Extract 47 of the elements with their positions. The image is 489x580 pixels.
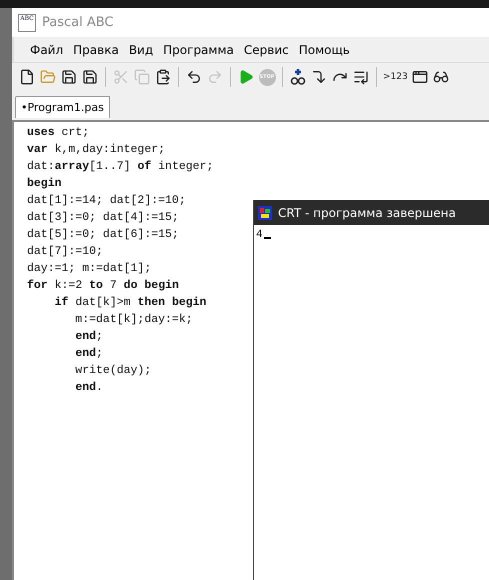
evaluate-button[interactable]: >123 [383, 67, 408, 87]
folder-icon [40, 69, 56, 85]
code-line: if dat[k]>m then begin [54, 295, 206, 311]
add-watch-icon [290, 68, 306, 86]
code-line: dat[3]:=0; dat[4]:=15; [27, 210, 179, 226]
new-file-icon [19, 69, 35, 85]
save-all-icon [82, 69, 98, 85]
paste-button[interactable] [154, 67, 172, 87]
code-line: end. [74, 380, 103, 396]
code-line: end; [74, 329, 103, 345]
text-cursor [264, 237, 271, 239]
menu-item[interactable]: Помощь [294, 42, 354, 56]
play-icon [238, 69, 254, 85]
code-line: dat[5]:=0; dat[6]:=15; [27, 227, 179, 243]
add-watch-button[interactable] [289, 67, 307, 87]
code-line: day:=1; m:=dat[1]; [27, 261, 152, 277]
menu-item[interactable]: Правка [69, 42, 123, 56]
code-line: m:=dat[k];day:=k; [74, 312, 193, 328]
menu-item[interactable]: Программа [159, 42, 238, 56]
menu-item[interactable]: Файл [26, 42, 68, 56]
code-line: dat:array[1..7] of integer; [27, 159, 214, 175]
glasses-icon [432, 69, 449, 85]
program-output: 4 [256, 229, 263, 241]
paste-icon [155, 69, 171, 85]
code-line: begin [27, 176, 62, 192]
code-line: write(day); [74, 363, 152, 379]
code-line: var k,m,day:integer; [27, 142, 166, 158]
step-into-icon [311, 69, 327, 85]
code-line: dat[7]:=10; [27, 244, 103, 260]
redo-icon [207, 69, 223, 85]
window-icon [412, 69, 428, 85]
app-icon [258, 206, 272, 220]
code-line: uses crt; [27, 125, 90, 141]
new-file-button[interactable] [18, 67, 36, 87]
menu-item[interactable]: Вид [124, 42, 158, 56]
scissors-icon [113, 69, 129, 85]
run-to-cursor-icon [353, 69, 369, 85]
copy-icon [134, 69, 150, 85]
output-window-title: CRT - программа завершена [278, 206, 456, 220]
code-line: dat[1]:=14; dat[2]:=10; [27, 193, 186, 209]
save-icon [61, 69, 77, 85]
file-tab[interactable]: •Program1.pas [15, 96, 110, 118]
menu-item[interactable]: Сервис [240, 42, 293, 56]
window-title: Pascal ABC [42, 15, 114, 30]
code-line: end; [74, 346, 103, 362]
code-line: for k:=2 to 7 do begin [27, 278, 179, 294]
undo-icon [186, 69, 202, 85]
